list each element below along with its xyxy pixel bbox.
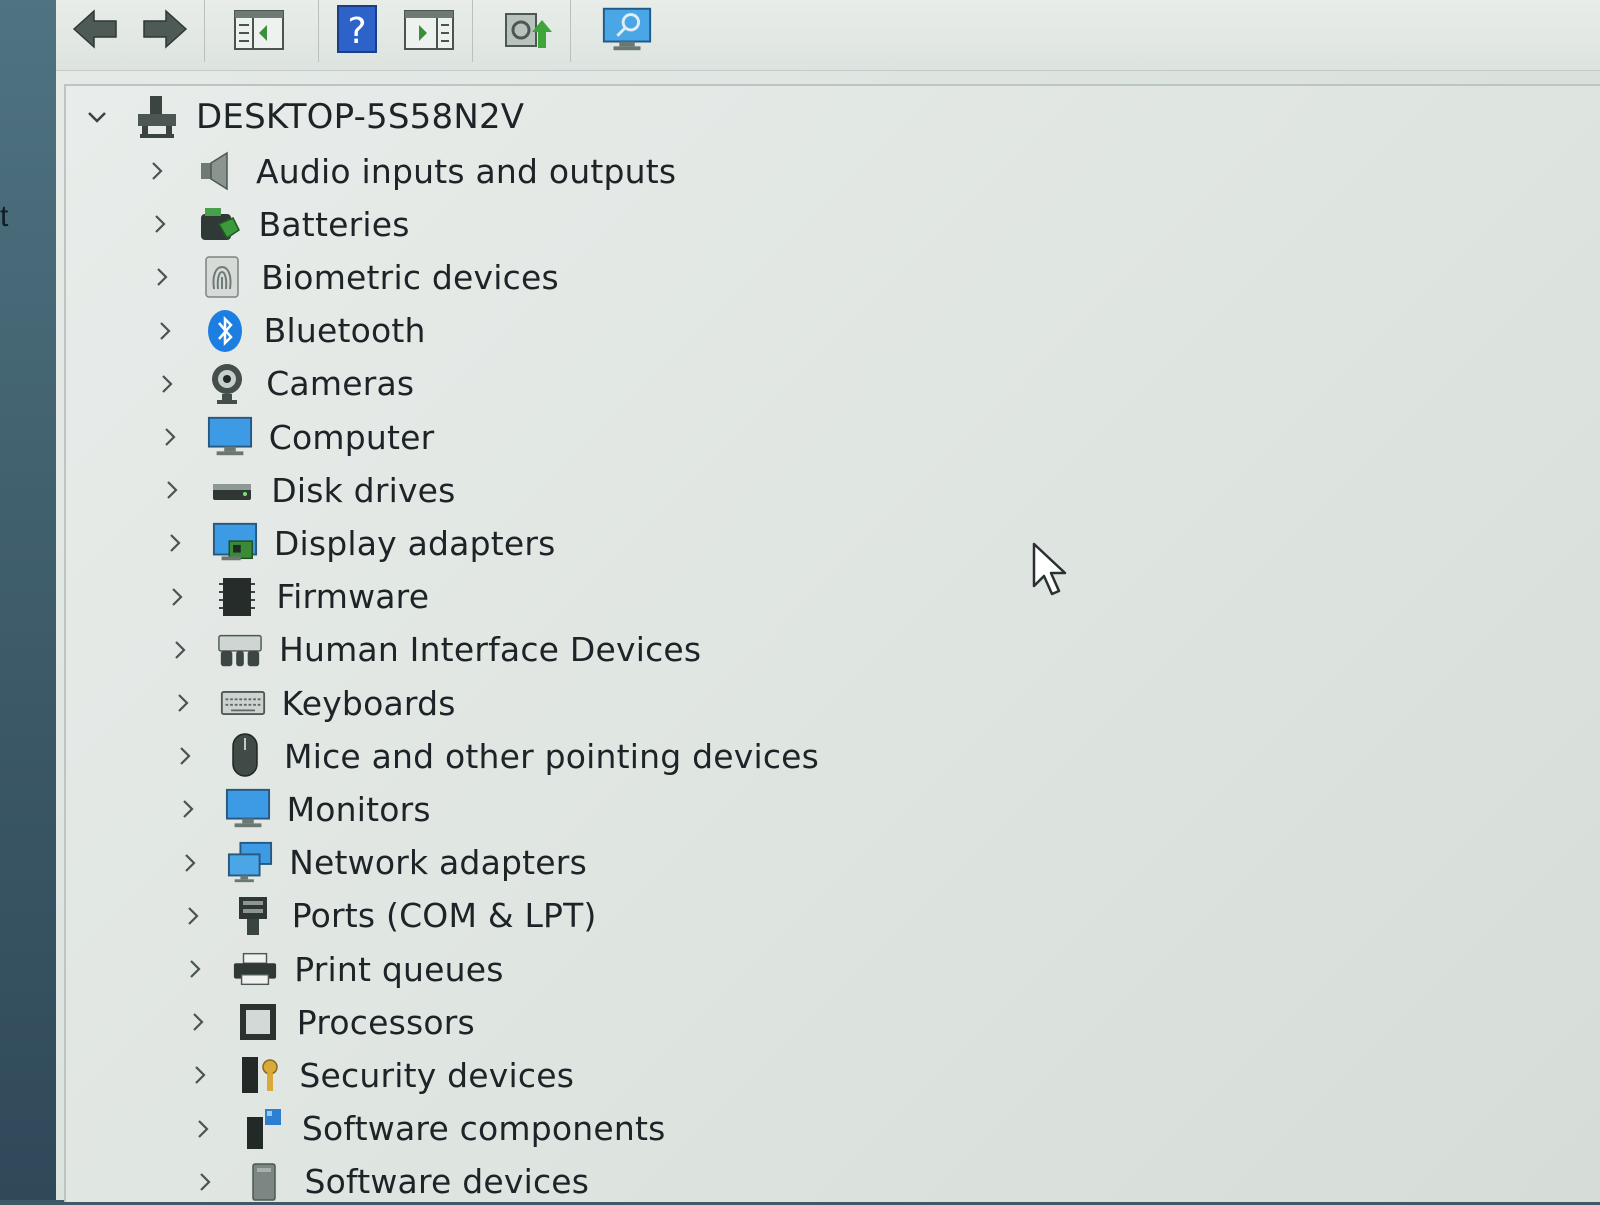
speaker-icon — [194, 148, 240, 194]
software-device-icon — [242, 1159, 288, 1205]
computer-tower-icon — [134, 94, 180, 140]
chevron-right-icon[interactable] — [156, 373, 178, 395]
chevron-right-icon[interactable] — [194, 1171, 216, 1193]
chevron-right-icon[interactable] — [174, 745, 196, 767]
tree-node-network-adapters[interactable]: Network adapters — [179, 840, 587, 886]
tree-node-audio-inputs-and-outputs[interactable]: Audio inputs and outputs — [146, 148, 676, 194]
tree-node-label: Software devices — [304, 1162, 590, 1202]
chevron-right-icon[interactable] — [164, 532, 186, 554]
tree-node-firmware[interactable]: Firmware — [166, 574, 429, 620]
chevron-right-icon[interactable] — [177, 798, 199, 820]
scan-hardware-changes-icon[interactable] — [600, 2, 654, 56]
device-manager-window: ? DESKTOP-5S58N2V Audio inputs and outpu… — [56, 0, 1600, 1202]
chevron-right-icon[interactable] — [146, 160, 168, 182]
tree-node-bluetooth[interactable]: Bluetooth — [154, 308, 426, 354]
fingerprint-icon — [199, 254, 245, 300]
tree-node-label: Bluetooth — [263, 311, 426, 351]
battery-icon — [197, 201, 243, 247]
chevron-right-icon[interactable] — [179, 852, 201, 874]
tree-node-keyboards[interactable]: Keyboards — [172, 680, 456, 726]
tree-node-human-interface-devices[interactable]: Human Interface Devices — [169, 627, 701, 673]
printer-icon — [232, 946, 278, 992]
tree-node-label: Monitors — [286, 789, 431, 829]
display-adapter-icon — [212, 520, 258, 566]
chevron-right-icon[interactable] — [182, 905, 204, 927]
tree-node-software-devices[interactable]: Software devices — [194, 1159, 589, 1205]
tree-node-cameras[interactable]: Cameras — [156, 361, 414, 407]
chevron-right-icon[interactable] — [166, 586, 188, 608]
processor-icon — [235, 999, 281, 1045]
chevron-right-icon[interactable] — [172, 692, 194, 714]
tree-node-label: Mice and other pointing devices — [284, 736, 820, 776]
tree-node-label: Processors — [296, 1002, 475, 1042]
desktop-background-edge: t — [0, 0, 56, 1200]
chevron-right-icon[interactable] — [184, 958, 206, 980]
tree-node-label: Batteries — [258, 204, 410, 244]
tree-node-label: Audio inputs and outputs — [256, 151, 677, 191]
chevron-right-icon[interactable] — [149, 213, 171, 235]
back-arrow-icon[interactable] — [68, 2, 122, 56]
tree-node-label: Display adapters — [273, 523, 556, 563]
tree-node-biometric-devices[interactable]: Biometric devices — [151, 254, 559, 300]
tree-node-monitors[interactable]: Monitors — [177, 786, 431, 832]
chevron-right-icon[interactable] — [187, 1011, 209, 1033]
disk-drive-icon — [209, 467, 255, 513]
security-key-icon — [237, 1052, 283, 1098]
tree-node-label: Software components — [301, 1109, 666, 1149]
tree-node-software-components[interactable]: Software components — [192, 1106, 666, 1152]
tree-node-label: Firmware — [276, 577, 430, 617]
keyboard-icon — [220, 680, 266, 726]
monitor-icon — [207, 414, 253, 460]
tree-node-label: Network adapters — [289, 843, 587, 883]
monitor-icon — [225, 786, 271, 832]
svg-text:?: ? — [347, 11, 366, 52]
webcam-icon — [204, 361, 250, 407]
chevron-right-icon[interactable] — [189, 1064, 211, 1086]
tree-node-print-queues[interactable]: Print queues — [184, 946, 503, 992]
tree-node-ports-com-lpt[interactable]: Ports (COM & LPT) — [182, 893, 597, 939]
chip-icon — [214, 574, 260, 620]
help-icon[interactable]: ? — [330, 2, 384, 56]
root-label: DESKTOP-5S58N2V — [196, 97, 525, 137]
toolbar: ? — [56, 0, 1600, 71]
chevron-down-icon[interactable] — [86, 106, 108, 128]
tree-node-label: Biometric devices — [261, 257, 559, 297]
tree-node-computer[interactable]: Computer — [159, 414, 435, 460]
tree-node-security-devices[interactable]: Security devices — [189, 1052, 574, 1098]
desktop-edge-text: t — [0, 200, 9, 233]
tree-node-label: Security devices — [299, 1055, 575, 1095]
hid-icon — [217, 627, 263, 673]
tree-node-label: Disk drives — [271, 470, 456, 510]
tree-node-label: Human Interface Devices — [278, 630, 702, 670]
tree-node-label: Computer — [268, 417, 435, 457]
tree-node-mice-and-other-pointing-devices[interactable]: Mice and other pointing devices — [174, 733, 819, 779]
port-icon — [230, 893, 276, 939]
bluetooth-icon — [202, 308, 248, 354]
chevron-right-icon[interactable] — [151, 266, 173, 288]
chevron-right-icon[interactable] — [161, 479, 183, 501]
chevron-right-icon[interactable] — [192, 1118, 214, 1140]
chevron-right-icon[interactable] — [154, 320, 176, 342]
tree-node-processors[interactable]: Processors — [187, 999, 475, 1045]
tree-node-label: Cameras — [266, 364, 415, 404]
chevron-right-icon[interactable] — [159, 426, 181, 448]
software-component-icon — [240, 1106, 286, 1152]
tree-node-batteries[interactable]: Batteries — [149, 201, 410, 247]
tree-node-label: Ports (COM & LPT) — [291, 896, 597, 936]
tree-node-label: Print queues — [294, 949, 504, 989]
tree-root-node[interactable]: DESKTOP-5S58N2V — [86, 94, 524, 140]
forward-arrow-icon[interactable] — [138, 2, 192, 56]
network-icon — [227, 840, 273, 886]
update-driver-icon[interactable] — [498, 2, 552, 56]
show-action-pane-icon[interactable] — [402, 2, 456, 56]
mouse-pointer-icon — [1032, 542, 1072, 603]
device-tree: DESKTOP-5S58N2V Audio inputs and outputs… — [64, 84, 1600, 1202]
mouse-icon — [222, 733, 268, 779]
tree-node-disk-drives[interactable]: Disk drives — [161, 467, 455, 513]
show-hide-console-tree-icon[interactable] — [232, 2, 286, 56]
tree-node-label: Keyboards — [281, 683, 456, 723]
chevron-right-icon[interactable] — [169, 639, 191, 661]
tree-node-display-adapters[interactable]: Display adapters — [164, 520, 556, 566]
